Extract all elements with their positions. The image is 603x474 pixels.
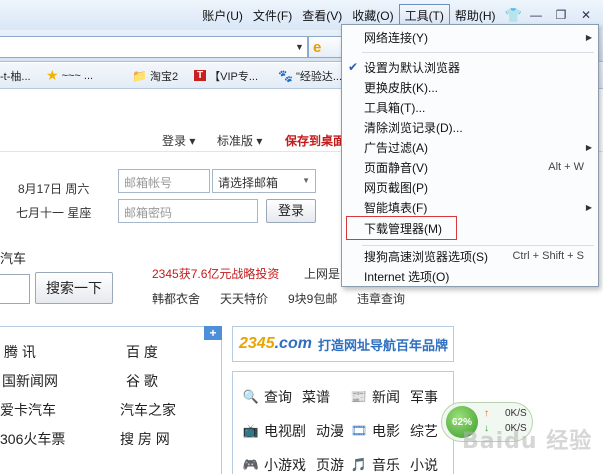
film-icon: 🎞 [350,423,368,438]
site-link-chinanews[interactable]: 国新闻网 [2,371,58,391]
dd-internet-options[interactable]: Internet 选项(O) [342,266,598,286]
tv-icon: 📺 [242,423,260,438]
internet-link[interactable]: 上网是 [304,265,340,282]
folder-icon: 📁 [132,68,147,83]
login-link[interactable]: 登录 ▾ [162,132,195,149]
submenu-arrow-icon: ▶ [585,32,592,42]
site-link-autohome[interactable]: 汽车之家 [120,400,176,420]
t-brand-icon: T [194,70,207,81]
email-provider-select[interactable]: 请选择邮箱 ▼ [212,169,316,193]
email-login-button[interactable]: 登录 [266,199,316,223]
dd-smart-form-fill[interactable]: 智能填表(F) ▶ [342,197,598,217]
dd-network-connection[interactable]: 网络连接(Y) ▶ [342,27,598,47]
minimize-icon[interactable]: — [525,6,547,24]
dd-page-mute[interactable]: 页面静音(V) Alt + W [342,157,598,177]
menu-help[interactable]: 帮助(H) [450,5,501,26]
address-input[interactable] [0,36,308,58]
fav-item-4[interactable]: T 【VIP专... [194,68,258,84]
star-icon: ★ [46,67,59,83]
dd-browser-options[interactable]: 搜狗高速浏览器选项(S) Ctrl + Shift + S [342,246,598,266]
menu-favorites[interactable]: 收藏(O) [347,5,398,26]
fav-item-2[interactable]: ★ ~~~ ... [46,67,93,84]
menu-account[interactable]: 账户(U) [197,5,248,26]
email-password-input[interactable]: 邮箱密码 [118,199,258,223]
dd-ad-filter[interactable]: 广告过滤(A) ▶ [342,137,598,157]
dd-screenshot[interactable]: 网页截图(P) [342,177,598,197]
submenu-arrow-icon: ▶ [585,142,592,152]
category-news[interactable]: 📰 新闻 军事 [350,387,438,407]
fav-item-1[interactable]: -t-柚... [0,68,31,84]
standard-edition-link[interactable]: 标准版 ▾ [217,132,262,149]
category-games[interactable]: 🎮 小游戏 页游 [242,455,344,474]
quick-link-3[interactable]: 9块9包邮 [288,290,337,307]
paw-icon: 🐾 [278,68,293,83]
lunar-date-text: 七月十一 星座 [16,206,92,220]
site-link-xcar[interactable]: 爱卡汽车 [0,400,56,420]
browser-e-icon: e [313,38,322,56]
site-link-12306[interactable]: 306火车票 [0,429,65,449]
category-tv[interactable]: 📺 电视剧 动漫 [242,421,344,441]
brand-banner[interactable]: 2345.com 打造网址导航百年品牌 [232,326,454,362]
save-to-desktop-link[interactable]: 保存到桌面 [285,132,345,149]
search-button[interactable]: 搜索一下 [35,272,113,304]
quick-link-1[interactable]: 韩都衣舍 [152,290,200,307]
fav-item-3[interactable]: 📁 淘宝2 [132,68,178,84]
site-link-soufun[interactable]: 搜 房 网 [120,429,170,449]
menu-view[interactable]: 查看(V) [297,5,347,26]
music-icon: 🎵 [350,457,368,472]
skin-shirt-icon[interactable]: 👕 [505,7,522,24]
search-input[interactable] [0,274,30,304]
baidu-watermark: Baidu 经验 [462,429,593,454]
email-account-input[interactable]: 邮箱帐号 [118,169,210,193]
dd-set-default-browser[interactable]: ✔ 设置为默认浏览器 [342,57,598,77]
upload-arrow-icon: ↑ [484,408,489,419]
site-link-tencent[interactable]: 腾 讯 [4,342,36,362]
category-music[interactable]: 🎵 音乐 小说 [350,455,438,474]
date-text: 8月17日 周六 [18,182,90,196]
address-dropdown-icon[interactable]: ▼ [295,42,304,52]
quick-link-2[interactable]: 天天特价 [220,290,268,307]
menu-file[interactable]: 文件(F) [248,5,297,26]
chevron-down-icon: ▼ [302,176,310,185]
dd-clear-history[interactable]: 清除浏览记录(D)... [342,117,598,137]
search-tab-car[interactable]: 汽车 [0,248,26,267]
restore-icon[interactable]: ❐ [550,6,572,24]
download-manager-highlight-box [346,216,457,240]
site-link-baidu[interactable]: 百 度 [126,342,158,362]
category-film[interactable]: 🎞 电影 综艺 [350,421,438,441]
fav-item-5[interactable]: 🐾 "经验达... [278,68,342,84]
brand-logo: 2345.com [239,335,312,352]
tools-dropdown-menu: 网络连接(Y) ▶ ✔ 设置为默认浏览器 更换皮肤(K)... 工具箱(T)..… [341,24,599,287]
add-site-button[interactable]: + [204,326,222,340]
upload-speed: 0K/S [505,408,527,419]
game-icon: 🎮 [242,457,260,472]
dd-change-skin[interactable]: 更换皮肤(K)... [342,77,598,97]
search-icon: 🔍 [242,389,260,404]
banner-slogan: 打造网址导航百年品牌 [317,337,448,353]
site-link-google[interactable]: 谷 歌 [126,371,158,391]
news-icon: 📰 [350,389,368,404]
ad-headline-link[interactable]: 2345获7.6亿元战略投资 [152,265,279,282]
dd-toolbox[interactable]: 工具箱(T)... [342,97,598,117]
menu-divider [362,52,594,53]
close-icon[interactable]: ✕ [575,6,597,24]
checkmark-icon: ✔ [348,60,359,74]
category-query[interactable]: 🔍 查询 菜谱 [242,387,330,407]
quick-link-4[interactable]: 违章查询 [357,290,405,307]
submenu-arrow-icon: ▶ [585,202,592,212]
